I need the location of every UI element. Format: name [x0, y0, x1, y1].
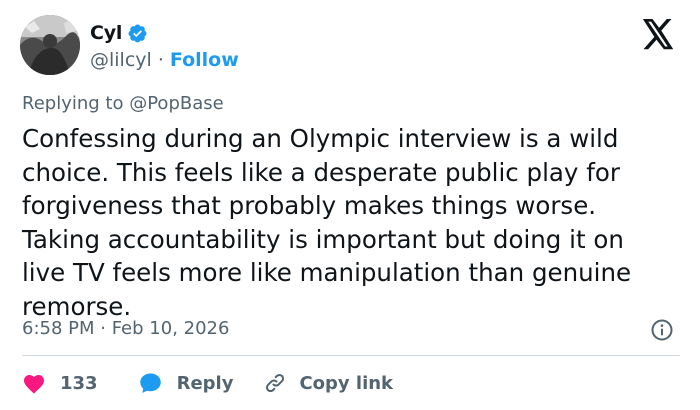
- action-bar: 133 Reply Copy link: [22, 368, 393, 398]
- tweet-card: Cyl @lilcyl · Follow Replying to @PopBas…: [0, 0, 700, 410]
- reply-label: Reply: [176, 372, 234, 394]
- tweet-text-line: forgiveness that probably makes things w…: [22, 191, 597, 220]
- author-handle[interactable]: @lilcyl: [90, 49, 152, 71]
- copy-link-button[interactable]: Copy link: [263, 371, 393, 395]
- follow-button[interactable]: Follow: [170, 49, 239, 71]
- info-icon[interactable]: [650, 318, 674, 342]
- author-display-name[interactable]: Cyl: [90, 22, 122, 44]
- x-logo-icon[interactable]: [641, 19, 675, 50]
- avatar-image: [20, 15, 80, 75]
- divider: [22, 355, 680, 356]
- tweet-text-line: live TV feels more like manipulation tha…: [22, 258, 632, 287]
- avatar[interactable]: [20, 15, 80, 75]
- tweet-text-line: Confessing during an Olympic interview i…: [22, 124, 619, 153]
- tweet-text: Confessing during an Olympic interview i…: [22, 122, 682, 323]
- tweet-timestamp[interactable]: 6:58 PM · Feb 10, 2026: [22, 318, 229, 339]
- handle-separator: ·: [157, 49, 164, 71]
- link-icon: [263, 371, 287, 395]
- tweet-text-line: choice. This feels like a desperate publ…: [22, 157, 620, 187]
- speech-bubble-icon: [138, 371, 163, 395]
- like-button[interactable]: 133: [22, 372, 98, 394]
- reply-button[interactable]: Reply: [138, 371, 234, 395]
- author-name-row: Cyl: [90, 20, 148, 46]
- reply-context-mention[interactable]: @PopBase: [129, 93, 223, 114]
- verified-badge-icon: [127, 23, 148, 44]
- tweet-text-line: Taking accountability is important but d…: [22, 224, 624, 254]
- like-count: 133: [60, 372, 98, 394]
- copy-link-label: Copy link: [299, 372, 394, 394]
- reply-context: Replying to @PopBase: [22, 93, 224, 114]
- reply-context-prefix: Replying to: [22, 93, 124, 114]
- author-handle-row: @lilcyl · Follow: [90, 48, 239, 72]
- heart-icon: [22, 372, 46, 394]
